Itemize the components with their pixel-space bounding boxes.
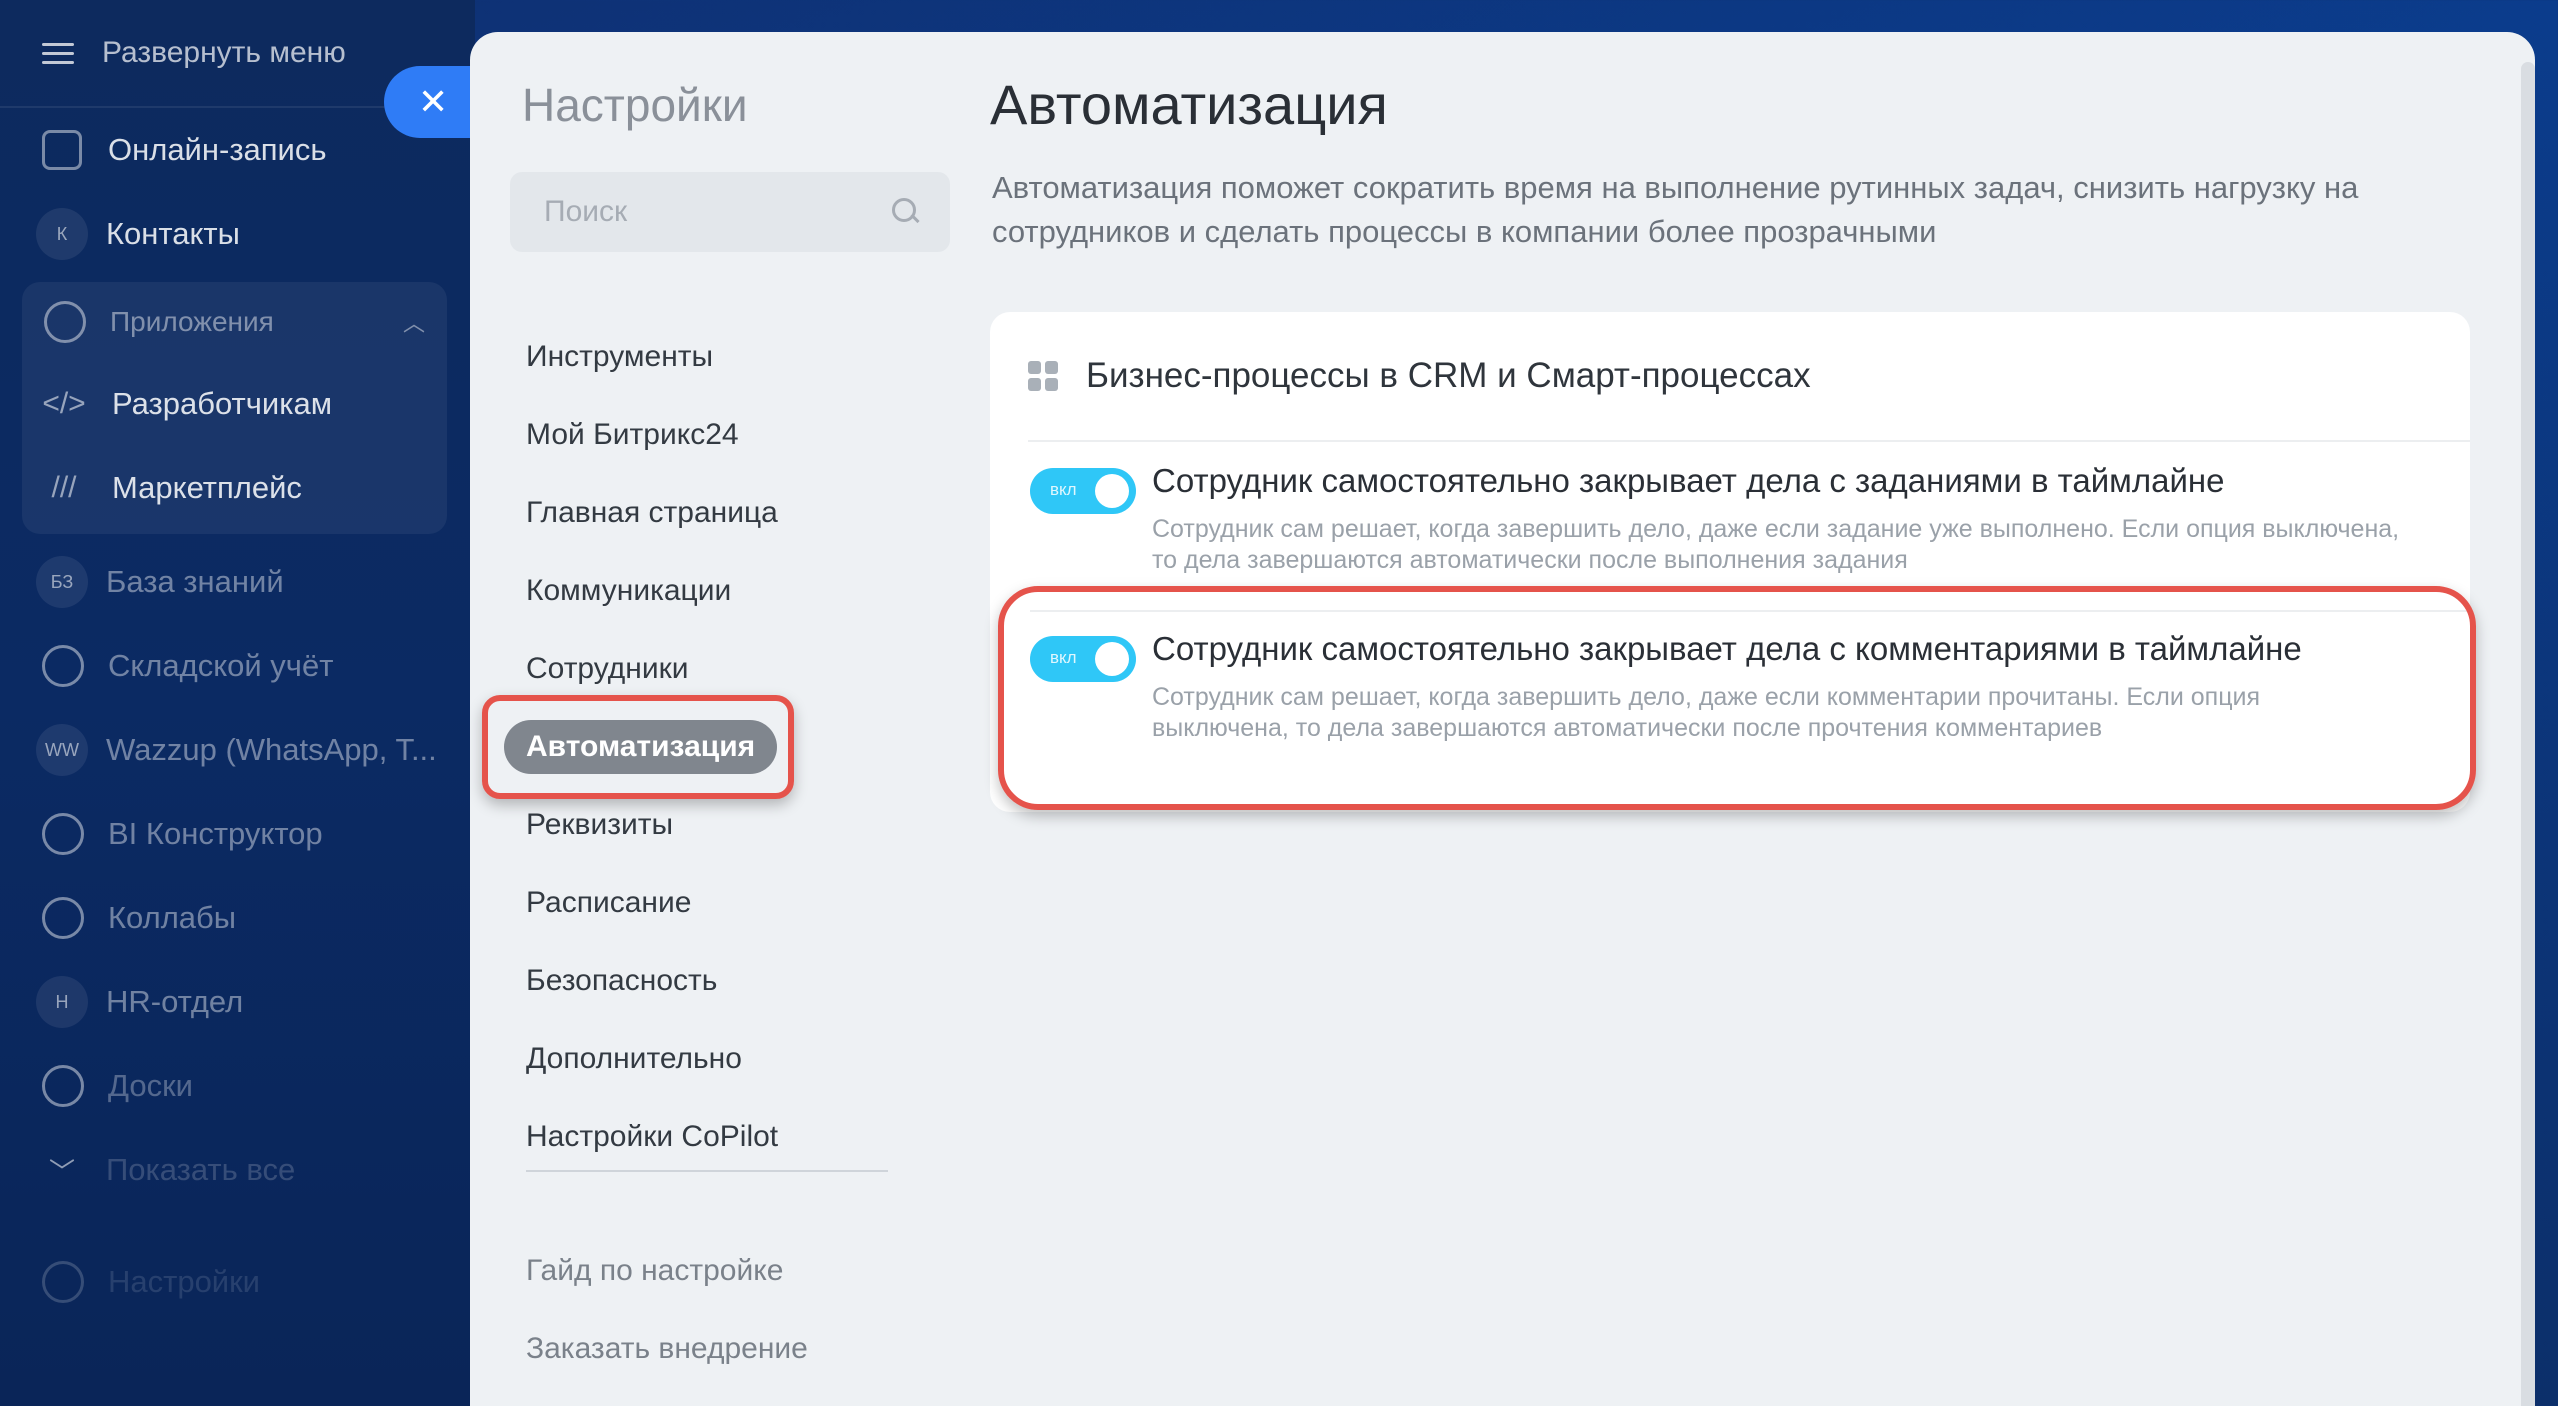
sidebar-item-warehouse[interactable]: Складской учёт bbox=[0, 624, 475, 708]
search-input[interactable]: Поиск bbox=[510, 172, 950, 252]
chart-icon bbox=[42, 813, 84, 855]
menu-icon bbox=[42, 41, 76, 65]
page-description: Автоматизация поможет сократить время на… bbox=[992, 170, 2359, 249]
contacts-badge: К bbox=[36, 208, 88, 260]
annotation-highlight-nav bbox=[482, 695, 794, 799]
settings-nav-secondary: Гайд по настройке Заказать внедрение bbox=[526, 1232, 808, 1388]
nav-divider bbox=[526, 1170, 888, 1172]
wazzup-badge: WW bbox=[36, 724, 88, 776]
sidebar-item-hr[interactable]: H HR-отдел bbox=[0, 960, 475, 1044]
calendar-icon bbox=[42, 130, 82, 170]
nav-item-my-bitrix24[interactable]: Мой Битрикс24 bbox=[526, 396, 778, 474]
nav-item-tools[interactable]: Инструменты bbox=[526, 318, 778, 396]
grid-icon bbox=[1028, 361, 1058, 391]
search-icon[interactable] bbox=[892, 198, 920, 226]
nav-item-setup-guide[interactable]: Гайд по настройке bbox=[526, 1232, 808, 1310]
box-icon bbox=[44, 301, 86, 343]
sidebar-apps-group: Приложения ︿ </> Разработчикам /// Марке… bbox=[22, 282, 447, 534]
toggle-tasks[interactable]: вкл bbox=[1030, 468, 1136, 514]
sidebar-show-all[interactable]: ﹀ Показать все bbox=[0, 1128, 475, 1212]
sidebar-apps-header[interactable]: Приложения ︿ bbox=[22, 282, 447, 362]
sidebar-item-bi-builder[interactable]: BI Конструктор bbox=[0, 792, 475, 876]
toggle-knob bbox=[1095, 474, 1129, 508]
chevron-up-icon: ︿ bbox=[402, 311, 425, 336]
annotation-highlight-setting bbox=[998, 586, 2476, 810]
market-icon: /// bbox=[51, 471, 77, 504]
nav-item-order-implementation[interactable]: Заказать внедрение bbox=[526, 1310, 808, 1388]
nav-item-main-page[interactable]: Главная страница bbox=[526, 474, 778, 552]
nav-item-copilot[interactable]: Настройки CoPilot bbox=[526, 1098, 778, 1176]
sidebar-item-marketplace[interactable]: /// Маркетплейс bbox=[22, 446, 447, 530]
knowledge-badge: БЗ bbox=[36, 556, 88, 608]
code-icon: </> bbox=[42, 387, 86, 420]
warehouse-icon bbox=[42, 645, 84, 687]
left-sidebar: Развернуть меню Онлайн-запись К Контакты… bbox=[0, 0, 475, 1406]
sidebar-item-settings[interactable]: Настройки bbox=[0, 1240, 475, 1324]
settings-title: Настройки bbox=[522, 79, 748, 131]
nav-item-additional[interactable]: Дополнительно bbox=[526, 1020, 778, 1098]
hexagon-icon bbox=[42, 897, 84, 939]
sidebar-item-boards[interactable]: Доски bbox=[0, 1044, 475, 1128]
card-title: Бизнес-процессы в CRM и Смарт-процессах bbox=[1086, 356, 1811, 395]
nav-item-security[interactable]: Безопасность bbox=[526, 942, 778, 1020]
toggle-tasks-label: вкл bbox=[1050, 480, 1077, 499]
card-header: Бизнес-процессы в CRM и Смарт-процессах bbox=[1028, 312, 2470, 442]
sidebar-item-knowledge-base[interactable]: БЗ База знаний bbox=[0, 540, 475, 624]
nav-item-communications[interactable]: Коммуникации bbox=[526, 552, 778, 630]
sidebar-item-contacts[interactable]: К Контакты bbox=[0, 192, 475, 276]
board-icon bbox=[42, 1065, 84, 1107]
sidebar-item-collabs[interactable]: Коллабы bbox=[0, 876, 475, 960]
nav-item-automation[interactable]: Автоматизация bbox=[482, 695, 794, 799]
chevron-down-icon: ﹀ bbox=[48, 1156, 75, 1187]
search-placeholder: Поиск bbox=[544, 195, 628, 228]
setting-description-tasks: Сотрудник сам решает, когда завершить де… bbox=[1152, 515, 2400, 574]
settings-nav: Инструменты Мой Битрикс24 Главная страни… bbox=[482, 318, 794, 1176]
scrollbar[interactable] bbox=[2521, 62, 2535, 1406]
sidebar-item-developers[interactable]: </> Разработчикам bbox=[22, 362, 447, 446]
close-icon: ✕ bbox=[418, 81, 449, 122]
nav-item-schedule[interactable]: Расписание bbox=[526, 864, 778, 942]
page-title: Автоматизация bbox=[990, 73, 1388, 136]
hr-badge: H bbox=[36, 976, 88, 1028]
sidebar-item-wazzup[interactable]: WW Wazzup (WhatsApp, T... bbox=[0, 708, 475, 792]
gear-icon bbox=[42, 1261, 84, 1303]
setting-title-tasks: Сотрудник самостоятельно закрывает дела … bbox=[1152, 462, 2225, 499]
